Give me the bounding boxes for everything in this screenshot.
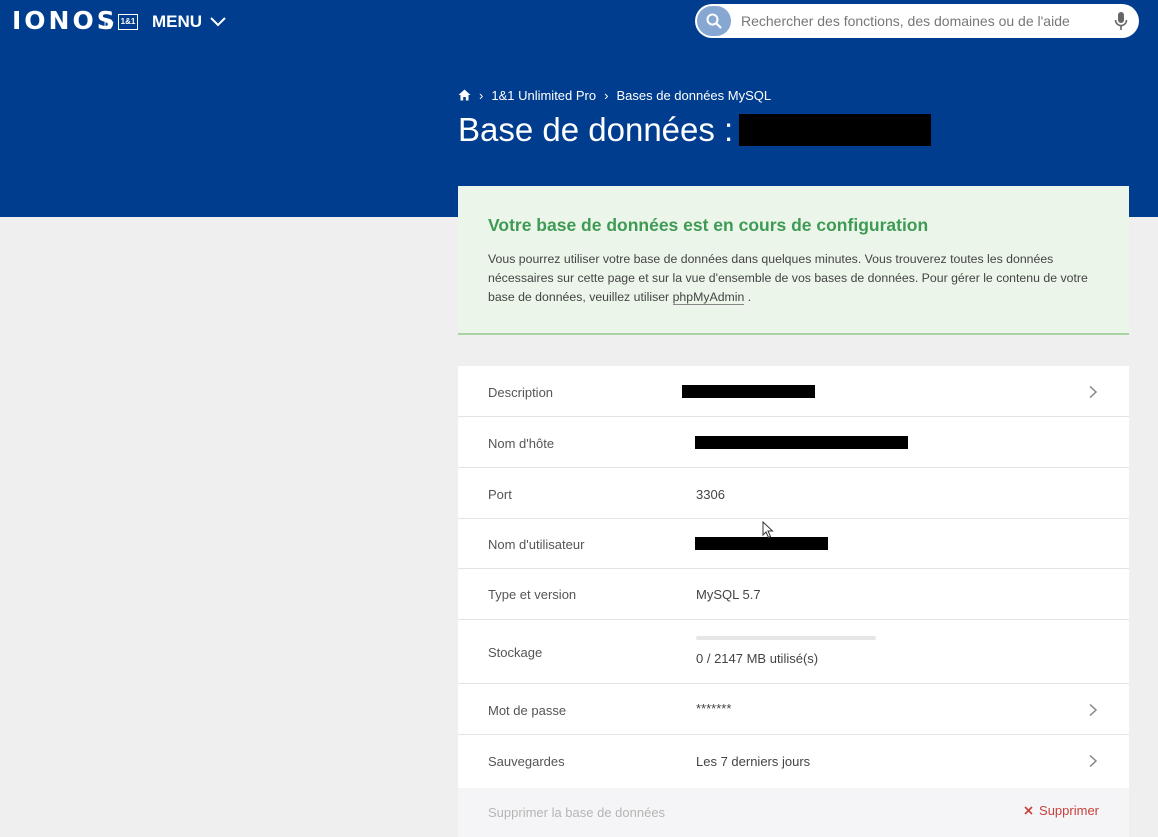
detail-row-password[interactable]: Mot de passe ******* (458, 684, 1129, 735)
chevron-right-icon[interactable] (1087, 704, 1099, 716)
search-bar (695, 4, 1139, 38)
menu-label: MENU (152, 12, 203, 31)
chevron-down-icon (210, 17, 226, 27)
password-value: ******* (696, 701, 732, 716)
logo-by-text: by (104, 19, 114, 29)
menu-button[interactable]: MENU (152, 10, 226, 34)
hostname-label: Nom d'hôte (488, 436, 555, 451)
password-label: Mot de passe (488, 703, 567, 718)
port-value: 3306 (696, 487, 725, 502)
phpmyadmin-link[interactable]: phpMyAdmin (672, 290, 745, 305)
search-icon[interactable] (697, 6, 731, 36)
backups-value: Les 7 derniers jours (696, 754, 811, 769)
notice-text-end: . (747, 290, 752, 304)
detail-row-backups[interactable]: Sauvegardes Les 7 derniers jours (458, 735, 1129, 788)
port-label: Port (488, 487, 512, 502)
redacted-database-name (739, 114, 932, 146)
delete-button[interactable]: Supprimer (1024, 803, 1099, 818)
chevron-right-icon[interactable] (1087, 755, 1099, 767)
notice-text: Vous pourrez utiliser votre base de donn… (488, 250, 1108, 307)
breadcrumb-item-unlimited-pro[interactable]: 1&1 Unlimited Pro (491, 88, 596, 103)
top-navigation-bar: IONOS by 1&1 MENU (0, 0, 1158, 50)
username-label: Nom d'utilisateur (488, 537, 585, 552)
redacted-description (682, 385, 815, 398)
chevron-right-icon: › (479, 87, 484, 103)
storage-progress-bar (696, 636, 876, 640)
chevron-right-icon: › (604, 87, 609, 103)
delete-database-label: Supprimer la base de données (488, 805, 666, 820)
detail-row-username: Nom d'utilisateur (458, 519, 1129, 569)
delete-database-row: Supprimer la base de données Supprimer (458, 788, 1129, 837)
type-version-value: MySQL 5.7 (696, 587, 761, 602)
database-details-panel: Description Nom d'hôte Port 3306 Nom d'u… (458, 366, 1129, 837)
breadcrumb: › 1&1 Unlimited Pro › Bases de données M… (458, 86, 771, 104)
detail-row-hostname: Nom d'hôte (458, 417, 1129, 468)
type-version-label: Type et version (488, 587, 577, 602)
page-title: Base de données : (458, 110, 932, 150)
detail-row-port: Port 3306 (458, 468, 1129, 519)
chevron-right-icon[interactable] (1087, 386, 1099, 398)
close-icon (1024, 806, 1033, 815)
detail-row-description[interactable]: Description (458, 366, 1129, 417)
delete-button-label: Supprimer (1039, 803, 1099, 818)
storage-value: 0 / 2147 MB utilisé(s) (696, 651, 819, 666)
page-title-text: Base de données : (458, 111, 734, 148)
backups-label: Sauvegardes (488, 754, 565, 769)
ionos-logo[interactable]: IONOS (12, 6, 118, 36)
breadcrumb-item-mysql-databases[interactable]: Bases de données MySQL (616, 88, 771, 103)
storage-label: Stockage (488, 645, 543, 660)
mouse-cursor-icon (762, 521, 774, 539)
logo-badge: 1&1 (118, 14, 138, 30)
configuration-notice: Votre base de données est en cours de co… (458, 186, 1129, 335)
detail-row-type-version: Type et version MySQL 5.7 (458, 569, 1129, 620)
description-label: Description (488, 385, 554, 400)
notice-body: Vous pourrez utiliser votre base de donn… (488, 252, 1088, 304)
home-icon[interactable] (458, 89, 471, 101)
detail-row-storage: Stockage 0 / 2147 MB utilisé(s) (458, 620, 1129, 684)
notice-title: Votre base de données est en cours de co… (488, 215, 929, 235)
microphone-icon[interactable] (1113, 11, 1129, 31)
redacted-hostname (695, 436, 908, 449)
search-input[interactable] (741, 6, 1101, 36)
